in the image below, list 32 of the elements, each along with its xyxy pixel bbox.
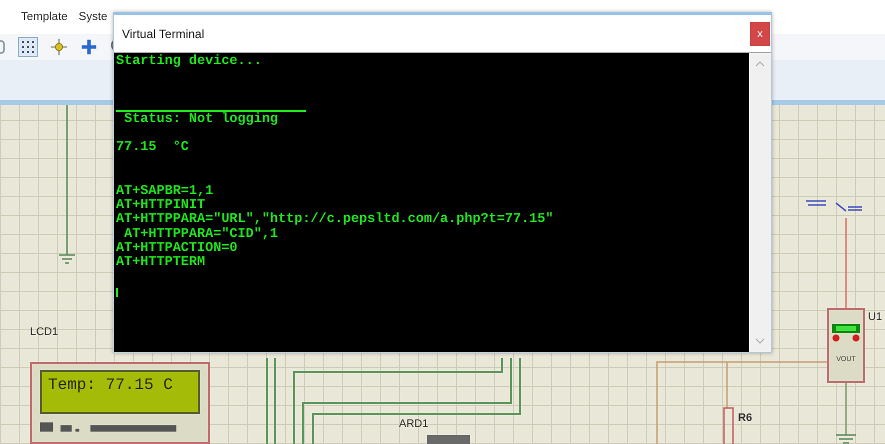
probe-drawing (805, 200, 863, 212)
terminal-line: 77.15 °C (116, 141, 190, 156)
terminal-line: Starting device... (116, 55, 263, 70)
terminal-line: AT+HTTPTERM (116, 256, 206, 271)
component-label: ARD1 (399, 419, 428, 430)
scroll-down-icon[interactable] (755, 338, 765, 344)
ground-symbol (58, 254, 76, 264)
terminal-line: Status: Not logging (123, 112, 280, 127)
scroll-up-icon[interactable] (755, 61, 765, 67)
component-label: U1 (868, 312, 882, 323)
toolbar-icon[interactable] (0, 38, 6, 56)
text-cursor (116, 288, 118, 298)
origin-icon[interactable] (50, 38, 68, 56)
lcd-display: Temp: 77.15 C (40, 370, 200, 414)
menu-item[interactable]: Template (21, 11, 68, 23)
ground-symbol (835, 434, 857, 444)
display-drawing (832, 324, 860, 342)
window-title: Virtual Terminal (122, 26, 204, 40)
resistor (723, 407, 734, 444)
terminal-line: AT+HTTPPARA="URL","http://c.pepsltd.com/a.php?t=77.15" (116, 213, 554, 228)
component-label: LCD1 (30, 327, 58, 338)
terminal-line: AT+SAPBR=1,1 (116, 184, 214, 199)
close-button[interactable]: x (750, 22, 770, 46)
menu-item[interactable]: Syste (78, 11, 108, 23)
arduino-body (427, 435, 470, 444)
component-label: R6 (738, 413, 752, 424)
scrollbar[interactable] (749, 53, 771, 352)
terminal-line: AT+HTTPACTION=0 (116, 242, 239, 256)
grid-icon[interactable] (18, 37, 38, 57)
terminal-line: AT+HTTPINIT (116, 198, 206, 213)
plus-icon[interactable] (80, 38, 98, 56)
terminal-line: AT+HTTPPARA="CID",1 (123, 228, 280, 242)
